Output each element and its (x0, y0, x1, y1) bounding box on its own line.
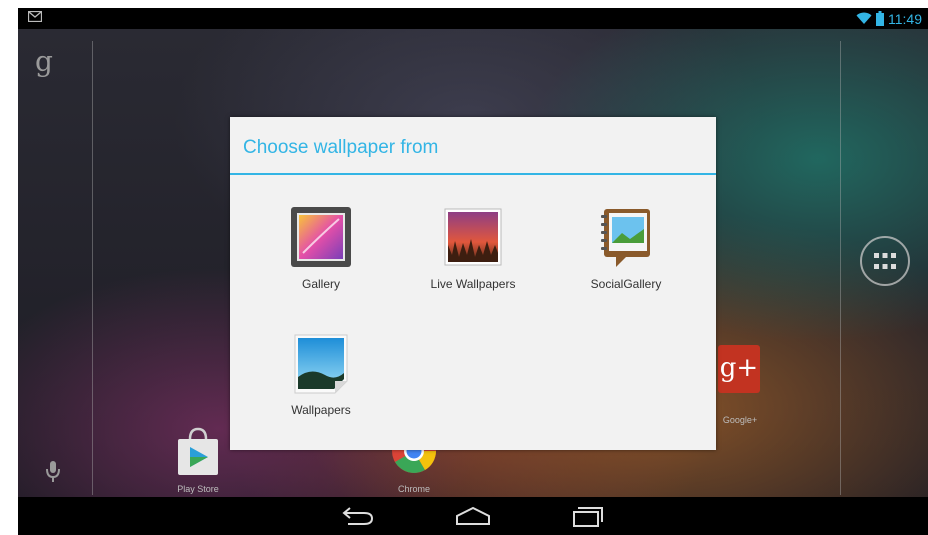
status-time: 11:49 (888, 10, 922, 27)
option-wallpapers[interactable]: Wallpapers (251, 331, 391, 417)
all-apps-button[interactable] (860, 236, 910, 286)
status-indicators: 11:49 (856, 10, 922, 27)
navigation-bar (18, 497, 928, 535)
live-wallpapers-icon (444, 208, 502, 266)
option-social-gallery-label: SocialGallery (590, 277, 662, 291)
home-icon[interactable] (455, 506, 491, 526)
recent-apps-icon[interactable] (572, 506, 604, 528)
dialog-title-divider (230, 173, 716, 175)
google-plus-icon: g+ (719, 353, 759, 383)
all-apps-icon (874, 253, 896, 269)
dialog-title: Choose wallpaper from (243, 137, 439, 158)
mic-icon[interactable] (46, 461, 60, 483)
home-screen: g Play Store Chrome g+ Google+ Choose wa… (18, 29, 928, 497)
wifi-icon (856, 12, 872, 24)
google-plus-app[interactable]: g+ Google+ (718, 345, 760, 425)
option-live-wallpapers[interactable]: Live Wallpapers (403, 205, 543, 291)
gmail-notification-icon[interactable] (28, 11, 42, 22)
play-store-app[interactable]: Play Store (168, 427, 228, 494)
play-store-icon (178, 427, 218, 475)
option-gallery-label: Gallery (301, 277, 340, 291)
battery-icon (876, 11, 884, 26)
gallery-icon (291, 207, 351, 267)
option-social-gallery[interactable]: SocialGallery (556, 205, 696, 291)
google-search-button[interactable]: g (35, 45, 53, 78)
google-plus-label: Google+ (722, 415, 758, 425)
back-icon[interactable] (342, 506, 374, 526)
option-wallpapers-label: Wallpapers (291, 403, 351, 417)
option-live-wallpapers-label: Live Wallpapers (430, 277, 516, 291)
device-screen: 11:49 g Play Store Chrome g+ Google+ Cho… (18, 8, 928, 535)
choose-wallpaper-dialog: Choose wallpaper from Gallery Live Wallp… (230, 117, 716, 450)
chrome-label: Chrome (397, 484, 430, 494)
right-divider (840, 41, 841, 495)
option-gallery[interactable]: Gallery (251, 205, 391, 291)
social-gallery-icon (601, 209, 650, 267)
status-bar: 11:49 (18, 8, 928, 29)
left-divider (92, 41, 93, 495)
wallpapers-icon (294, 334, 348, 394)
play-store-label: Play Store (177, 484, 219, 494)
